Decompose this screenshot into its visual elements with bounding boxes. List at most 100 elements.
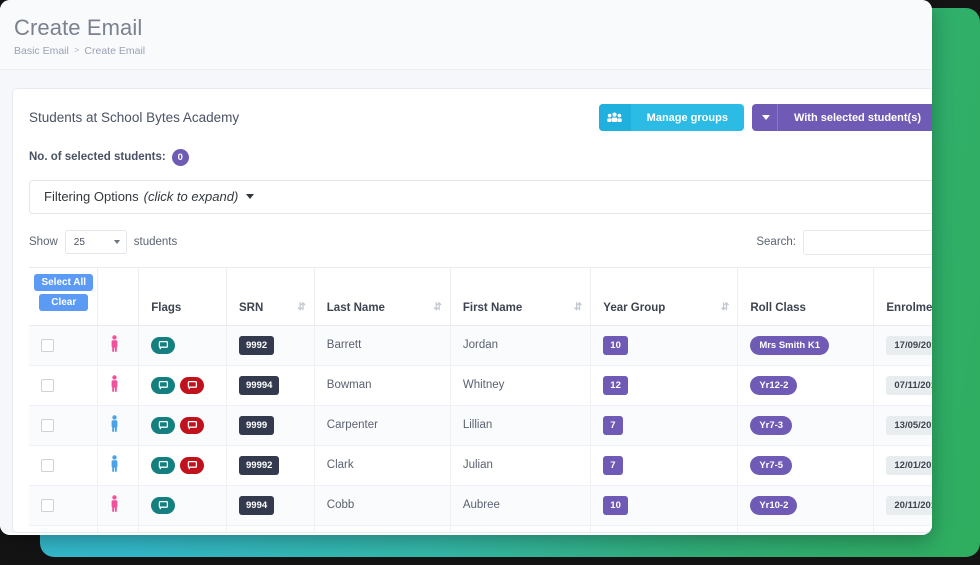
row-checkbox[interactable] <box>41 378 54 392</box>
row-select-cell[interactable] <box>29 405 98 446</box>
filtering-options-label: Filtering Options <box>44 189 139 204</box>
search-input[interactable] <box>803 229 932 255</box>
selected-students-counter: No. of selected students: 0 <box>29 148 932 166</box>
year-group-badge: 12 <box>603 375 628 395</box>
year-group-column-header[interactable]: Year Group ⇵ <box>590 266 739 326</box>
last-name-cell: Bowman <box>314 365 451 406</box>
enrolment-date-cell: 13/05/2013 <box>873 405 932 446</box>
table-row[interactable]: 9992 BarrettJordan 10 Mrs Smith K1 17/09/201… <box>29 325 932 366</box>
row-checkbox[interactable] <box>41 498 54 512</box>
manage-groups-button[interactable]: Manage groups <box>598 104 744 131</box>
enrolment-date-column-header[interactable]: Enrolment Date <box>873 266 932 326</box>
page-title: Create Email <box>14 15 143 40</box>
gender-cell <box>97 365 140 406</box>
gender-female-icon <box>110 494 129 516</box>
row-select-cell[interactable] <box>29 325 98 366</box>
flags-cell <box>138 405 227 446</box>
roll-class-badge: Yr7-5 <box>750 455 793 475</box>
clear-selection-button[interactable]: Clear <box>39 293 89 311</box>
gender-male-icon <box>110 414 129 436</box>
row-checkbox[interactable] <box>41 418 54 432</box>
page-body: Students at School Bytes Academy Manage … <box>0 69 932 533</box>
roll-class-cell: Mrs Smith K1 <box>737 325 875 366</box>
manage-groups-label: Manage groups <box>646 111 728 124</box>
roll-class-column-header[interactable]: Roll Class <box>737 266 875 326</box>
chevron-down-icon <box>246 194 255 199</box>
show-suffix-label: students <box>133 236 178 248</box>
last-name-cell: Barrett <box>314 325 451 366</box>
last-name-cell: Carpenter <box>314 405 451 446</box>
row-select-cell[interactable] <box>29 485 98 526</box>
first-name-cell: Jordan <box>450 325 592 366</box>
first-name-cell: Aubree <box>450 485 592 526</box>
flags-header-label: Flags <box>151 301 182 314</box>
year-group-cell: 7 <box>590 525 739 532</box>
srn-cell: 99992 <box>226 445 315 486</box>
selected-students-label: No. of selected students: <box>29 151 166 163</box>
with-selected-students-button[interactable]: With selected student(s) <box>751 104 932 131</box>
row-checkbox[interactable] <box>41 458 54 472</box>
page-size-select[interactable]: 25 <box>64 230 127 254</box>
row-select-cell[interactable] <box>29 445 98 486</box>
flag-badge-red[interactable] <box>180 456 205 474</box>
first-name-cell: Whitney <box>450 365 592 406</box>
gender-cell <box>97 445 140 486</box>
flag-badge-teal[interactable] <box>151 496 176 514</box>
select-column-header: Select All Clear <box>29 266 98 326</box>
last-name-column-header[interactable]: Last Name ⇵ <box>314 266 451 326</box>
table-header-row: Select All Clear Flags SRN ⇵ Last Name ⇵… <box>29 266 932 326</box>
flag-badge-red[interactable] <box>180 376 205 394</box>
first-name-header-label: First Name <box>462 301 523 314</box>
sort-updown-icon[interactable]: ⇵ <box>574 302 583 313</box>
roll-class-cell: Yr7-7 <box>737 525 875 532</box>
students-panel: Students at School Bytes Academy Manage … <box>12 87 932 533</box>
row-select-cell[interactable] <box>29 525 98 532</box>
roll-class-badge: Yr12-2 <box>750 375 798 395</box>
roll-class-badge: Yr10-2 <box>750 495 798 515</box>
table-row[interactable]: 99994 BowmanWhitney 12 Yr12-2 07/11/2015 <box>29 365 932 406</box>
gender-column-header <box>97 266 140 326</box>
gender-female-icon <box>110 374 129 396</box>
flags-cell <box>138 445 227 486</box>
filtering-options-toggle[interactable]: Filtering Options (click to expand) <box>29 179 932 214</box>
enrolment-date-header-label: Enrolment Date <box>886 301 932 314</box>
users-group-icon <box>598 104 631 131</box>
panel-actions: Manage groups With selected student(s) <box>598 104 932 131</box>
search-group: Search: <box>756 229 932 255</box>
flags-cell <box>138 525 227 532</box>
breadcrumb-parent[interactable]: Basic Email <box>14 45 69 57</box>
gender-cell <box>97 405 140 446</box>
sort-updown-icon[interactable]: ⇵ <box>297 302 306 313</box>
caret-down-icon[interactable] <box>752 104 778 131</box>
table-row[interactable]: 9999 CarpenterLillian 7 Yr7-3 13/05/2013 <box>29 405 932 446</box>
srn-column-header[interactable]: SRN ⇵ <box>226 266 315 326</box>
enrolment-date-badge: 12/01/2014 <box>886 455 932 475</box>
enrolment-date-cell: 20/11/2013 <box>873 485 932 526</box>
flag-badge-teal[interactable] <box>151 376 176 394</box>
sort-updown-icon[interactable]: ⇵ <box>433 302 442 313</box>
flag-badge-teal[interactable] <box>151 416 176 434</box>
table-body: 9992 BarrettJordan 10 Mrs Smith K1 17/09/201… <box>29 325 932 532</box>
srn-cell: 9994 <box>226 485 315 526</box>
breadcrumb: Basic Email > Create Email <box>14 45 932 57</box>
row-select-cell[interactable] <box>29 365 98 406</box>
flag-badge-teal[interactable] <box>151 456 176 474</box>
first-name-column-header[interactable]: First Name ⇵ <box>450 266 592 326</box>
flag-badge-teal[interactable] <box>151 336 176 354</box>
table-row[interactable]: 99997CraneJunior7Yr7-715/08/2014 <box>29 525 932 532</box>
sort-updown-icon[interactable]: ⇵ <box>721 302 730 313</box>
row-checkbox[interactable] <box>41 338 54 352</box>
table-row[interactable]: 9994 CobbAubree 10 Yr10-2 20/11/2013 <box>29 485 932 526</box>
select-all-button[interactable]: Select All <box>34 273 94 291</box>
table-row[interactable]: 99992 ClarkJulian 7 Yr7-5 12/01/2014 <box>29 445 932 486</box>
gender-male-icon <box>110 454 129 476</box>
year-group-badge: 10 <box>603 335 628 355</box>
year-group-cell: 7 <box>590 445 739 486</box>
gender-cell <box>97 525 140 532</box>
enrolment-date-badge: 17/09/2015 <box>886 335 932 355</box>
page-size-value: 25 <box>73 236 85 248</box>
enrolment-date-badge: 20/11/2013 <box>886 495 932 515</box>
last-name-cell: Crane <box>314 525 451 532</box>
flags-cell <box>138 325 227 366</box>
flag-badge-red[interactable] <box>180 416 205 434</box>
